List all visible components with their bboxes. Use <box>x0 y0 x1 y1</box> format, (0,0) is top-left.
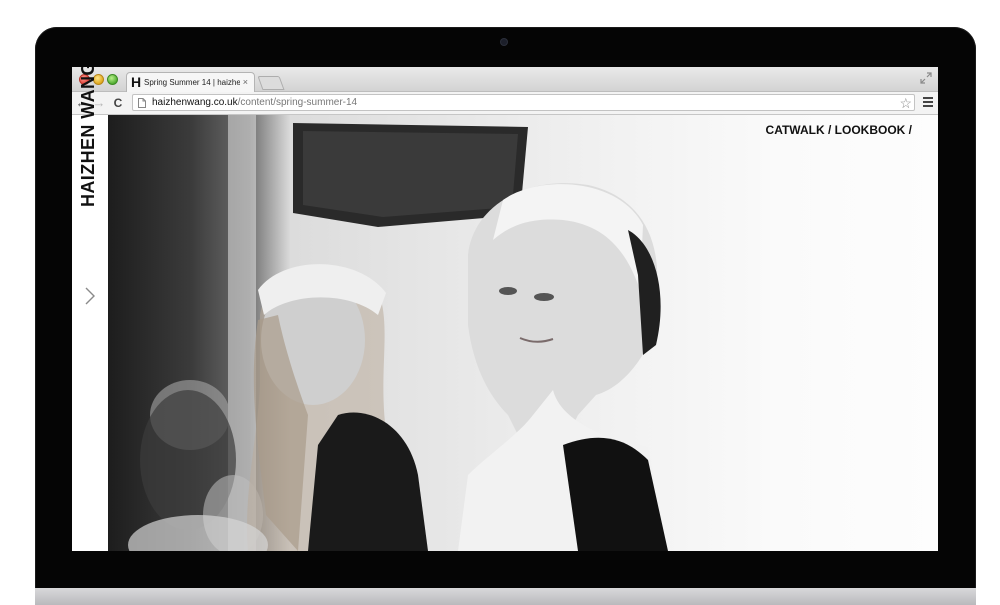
browser-window: H Spring Summer 14 | haizhenwang × ← → C… <box>72 67 938 551</box>
hamburger-menu-icon[interactable] <box>923 97 933 107</box>
nav-separator: / <box>824 123 835 137</box>
browser-toolbar: ← → C haizhenwang.co.uk/content/spring-s… <box>72 92 938 115</box>
hero-photo: CATWALK / LOOKBOOK / <box>108 115 938 551</box>
url-path: /content/spring-summer-14 <box>237 97 358 108</box>
page-icon <box>138 98 146 108</box>
fullscreen-icon[interactable] <box>920 72 932 84</box>
nav-link-lookbook[interactable]: LOOKBOOK <box>835 123 906 137</box>
address-bar[interactable]: haizhenwang.co.uk/content/spring-summer-… <box>132 94 915 111</box>
reload-icon[interactable]: C <box>111 95 125 111</box>
hero-photo-graphic <box>128 115 668 551</box>
favicon-icon: H <box>131 74 141 90</box>
browser-tab[interactable]: H Spring Summer 14 | haizhenwang × <box>126 72 255 92</box>
url-text: haizhenwang.co.uk/content/spring-summer-… <box>152 96 357 110</box>
tab-strip: H Spring Summer 14 | haizhenwang × <box>72 67 938 92</box>
tab-title: Spring Summer 14 | haizhenwang <box>144 78 240 87</box>
top-navigation: CATWALK / LOOKBOOK / <box>766 123 912 137</box>
web-page: HAIZHEN WANG CATWALK / LOOKBOOK / <box>72 67 938 551</box>
webcam-icon <box>501 39 507 45</box>
bookmark-star-icon[interactable]: ☆ <box>899 95 912 111</box>
nav-link-catwalk[interactable]: CATWALK <box>766 123 825 137</box>
zoom-icon[interactable] <box>107 74 118 85</box>
url-host: haizhenwang.co.uk <box>152 97 238 108</box>
tab-close-icon[interactable]: × <box>243 76 248 88</box>
nav-separator-trailing: / <box>905 123 912 137</box>
sidebar: HAIZHEN WANG <box>72 67 108 551</box>
brand-logo[interactable]: HAIZHEN WANG <box>77 67 99 207</box>
new-tab-button[interactable] <box>257 76 285 90</box>
monitor-chin <box>35 588 976 605</box>
chevron-right-icon[interactable] <box>84 287 96 305</box>
